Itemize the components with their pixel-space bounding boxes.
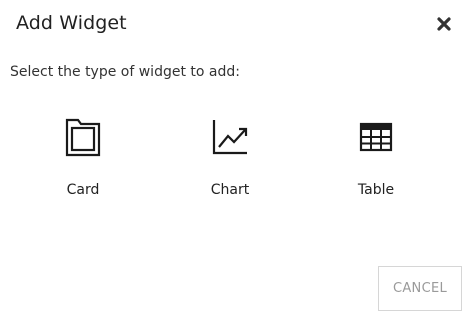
widget-label-chart: Chart — [210, 182, 250, 198]
add-widget-dialog: Add Widget Select the type of widget to … — [0, 0, 473, 320]
widget-label-card: Card — [66, 182, 100, 198]
table-icon — [359, 122, 393, 152]
widget-type-prompt: Select the type of widget to add: — [10, 64, 240, 80]
close-button[interactable] — [434, 14, 454, 34]
close-icon — [437, 17, 451, 31]
widget-option-card[interactable]: Card — [33, 116, 133, 206]
widget-option-table[interactable]: Table — [326, 116, 426, 206]
chart-icon — [212, 120, 248, 155]
dialog-title: Add Widget — [16, 12, 127, 34]
card-icon — [65, 118, 101, 157]
widget-option-chart[interactable]: Chart — [180, 116, 280, 206]
cancel-button[interactable]: CANCEL — [378, 266, 462, 311]
widget-label-table: Table — [357, 182, 395, 198]
